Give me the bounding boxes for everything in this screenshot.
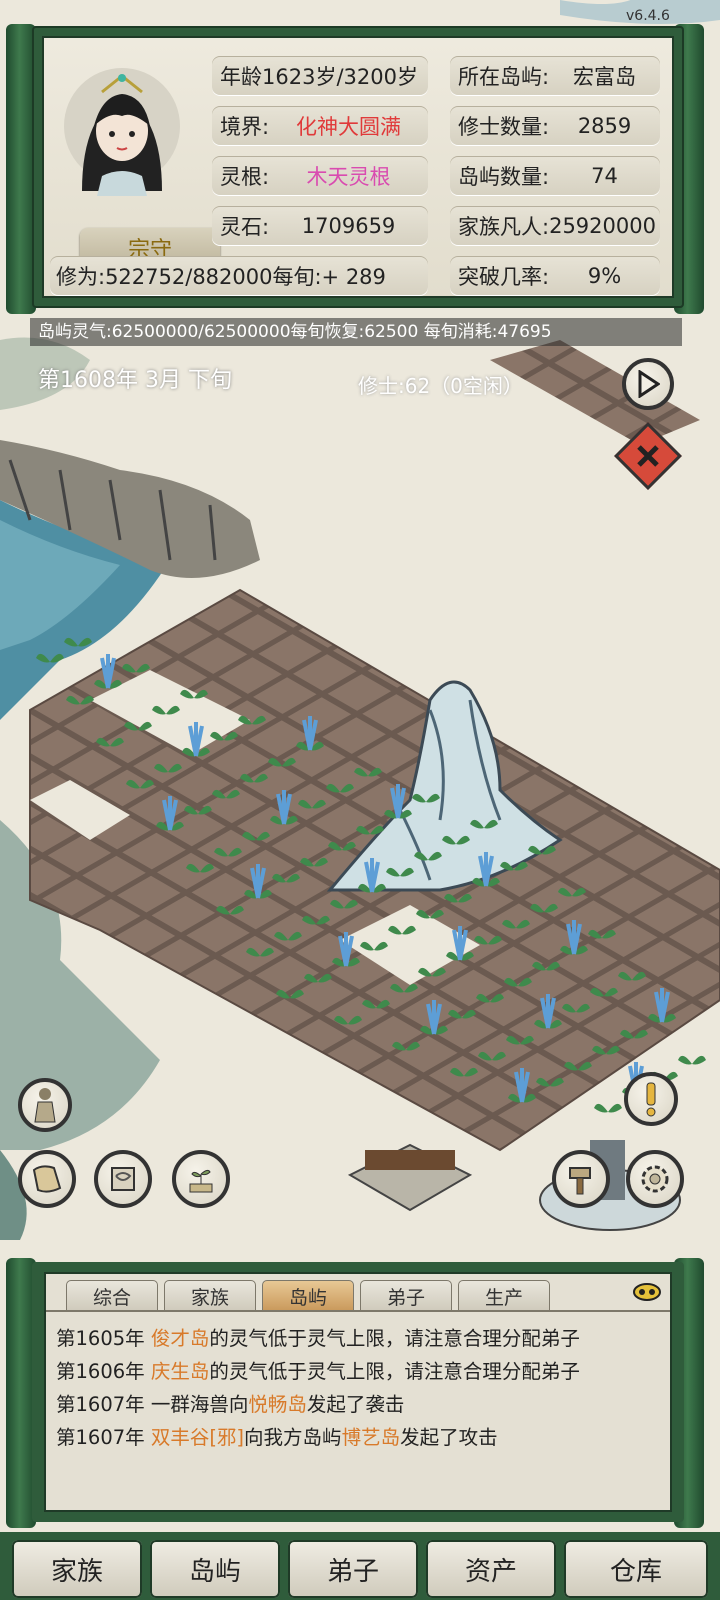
log-line-text: 发起了攻击 bbox=[400, 1426, 498, 1449]
log-line-text: 向我方岛屿 bbox=[244, 1426, 342, 1449]
island-cultivators-count: 修士:62（0空闲） bbox=[358, 374, 523, 398]
player-status-panel: 宗守 年龄 1623岁/3200岁 境界: 化神大圆满 灵根: 木天灵根 灵石: 170… bbox=[32, 26, 684, 308]
cultivation-text: 修为:522752/882000每旬:+ 289 bbox=[56, 265, 386, 289]
log-line-2: 第1606年 庆生岛的灵气低于灵气上限，请注意合理分配弟子 bbox=[56, 1355, 580, 1384]
spirit-stones-label: 灵石: bbox=[220, 215, 270, 239]
play-icon bbox=[638, 370, 660, 398]
spirit-stones-value: 1709659 bbox=[301, 214, 396, 238]
cultivators-label: 修士数量: bbox=[458, 115, 550, 139]
breakthrough-value: 9% bbox=[587, 264, 622, 288]
map-button[interactable] bbox=[18, 1150, 76, 1208]
tab-islands[interactable]: 岛屿 bbox=[262, 1280, 354, 1312]
log-line-3: 第1607年 一群海兽向悦畅岛发起了袭击 bbox=[56, 1388, 404, 1417]
message-log-panel: 综合 家族 岛屿 弟子 生产 第1605年 俊才岛的灵气低于灵气上限，请注意合理… bbox=[32, 1262, 684, 1522]
log-line-text: 的灵气低于灵气上限，请注意合理分配弟子 bbox=[209, 1327, 580, 1350]
tab-general[interactable]: 综合 bbox=[66, 1280, 158, 1312]
breakthrough-label: 突破几率: bbox=[458, 265, 550, 289]
breakthrough-stat: 突破几率: 9% bbox=[450, 256, 660, 296]
seedling-icon bbox=[189, 1169, 213, 1193]
settings-button[interactable] bbox=[626, 1150, 684, 1208]
islands-count-stat: 岛屿数量: 74 bbox=[450, 156, 660, 196]
nav-islands[interactable]: 岛屿 bbox=[150, 1540, 280, 1598]
close-icon bbox=[637, 445, 659, 467]
scroll-button[interactable] bbox=[94, 1150, 152, 1208]
log-sect-link[interactable]: 双丰谷[邪] bbox=[151, 1426, 244, 1449]
log-line-text: 第1606年 bbox=[56, 1360, 151, 1383]
log-line-4: 第1607年 双丰谷[邪]向我方岛屿博艺岛发起了攻击 bbox=[56, 1421, 498, 1450]
island-label: 所在岛屿: bbox=[458, 65, 550, 89]
build-button[interactable] bbox=[552, 1150, 610, 1208]
log-island-link[interactable]: 俊才岛 bbox=[151, 1327, 210, 1350]
eye-mask-icon bbox=[633, 1283, 661, 1301]
play-button[interactable] bbox=[622, 358, 674, 410]
nav-family[interactable]: 家族 bbox=[12, 1540, 142, 1598]
log-toggle-button[interactable] bbox=[632, 1278, 662, 1304]
age-stat: 年龄 1623岁/3200岁 bbox=[212, 56, 428, 96]
map-icon bbox=[32, 1165, 62, 1193]
island-qi-bar: 岛屿灵气:62500000/62500000每旬恢复:62500 每旬消耗:47… bbox=[30, 318, 682, 346]
mortals-label: 家族凡人: bbox=[458, 215, 550, 239]
version-label: v6.4.6 bbox=[626, 8, 670, 24]
log-line-text: 第1607年 一群海兽向 bbox=[56, 1393, 249, 1416]
spirit-root-label: 灵根: bbox=[220, 165, 270, 189]
spirit-root-value: 木天灵根 bbox=[306, 165, 391, 189]
nav-assets[interactable]: 资产 bbox=[426, 1540, 556, 1598]
log-line-text: 的灵气低于灵气上限，请注意合理分配弟子 bbox=[209, 1360, 580, 1383]
spirit-root-stat: 灵根: 木天灵根 bbox=[212, 156, 428, 196]
gear-icon bbox=[641, 1165, 669, 1193]
bottom-nav-bar: 家族 岛屿 弟子 资产 仓库 bbox=[0, 1532, 720, 1600]
exclamation-icon bbox=[646, 1082, 656, 1117]
mortals-stat: 家族凡人: 25920000 bbox=[450, 206, 660, 246]
mortals-value: 25920000 bbox=[549, 214, 656, 238]
log-line-text: 第1605年 bbox=[56, 1327, 151, 1350]
realm-value: 化神大圆满 bbox=[296, 115, 402, 139]
scroll-icon bbox=[111, 1167, 135, 1191]
tab-disciples[interactable]: 弟子 bbox=[360, 1280, 452, 1312]
islands-count-label: 岛屿数量: bbox=[458, 165, 550, 189]
tab-production[interactable]: 生产 bbox=[458, 1280, 550, 1312]
nav-disciples[interactable]: 弟子 bbox=[288, 1540, 418, 1598]
hammer-icon bbox=[569, 1167, 591, 1195]
tab-family[interactable]: 家族 bbox=[164, 1280, 256, 1312]
spirit-stones-stat: 灵石: 1709659 bbox=[212, 206, 428, 246]
island-stat: 所在岛屿: 宏富岛 bbox=[450, 56, 660, 96]
realm-stat: 境界: 化神大圆满 bbox=[212, 106, 428, 146]
age-value: 1623岁/3200岁 bbox=[262, 65, 418, 89]
log-island-link[interactable]: 悦畅岛 bbox=[248, 1393, 307, 1416]
disciple-figure-icon bbox=[34, 1088, 56, 1123]
game-date: 第1608年 3月 下旬 bbox=[38, 368, 232, 393]
plant-button[interactable] bbox=[172, 1150, 230, 1208]
alert-button[interactable] bbox=[624, 1072, 678, 1126]
island-value: 宏富岛 bbox=[573, 65, 637, 89]
cultivators-stat: 修士数量: 2859 bbox=[450, 106, 660, 146]
log-line-text: 发起了袭击 bbox=[306, 1393, 405, 1416]
cultivation-stat: 修为:522752/882000每旬:+ 289 bbox=[50, 256, 428, 296]
nav-warehouse[interactable]: 仓库 bbox=[564, 1540, 708, 1598]
log-line-text: 第1607年 bbox=[56, 1426, 151, 1449]
cultivators-value: 2859 bbox=[577, 114, 632, 138]
log-island-link[interactable]: 庆生岛 bbox=[151, 1360, 210, 1383]
disciple-button[interactable] bbox=[18, 1078, 72, 1132]
log-line-1: 第1605年 俊才岛的灵气低于灵气上限，请注意合理分配弟子 bbox=[56, 1322, 580, 1351]
age-label: 年龄 bbox=[220, 65, 262, 89]
log-island-link[interactable]: 博艺岛 bbox=[342, 1426, 401, 1449]
islands-count-value: 74 bbox=[591, 164, 618, 188]
realm-label: 境界: bbox=[220, 115, 270, 139]
player-avatar[interactable] bbox=[62, 56, 182, 196]
